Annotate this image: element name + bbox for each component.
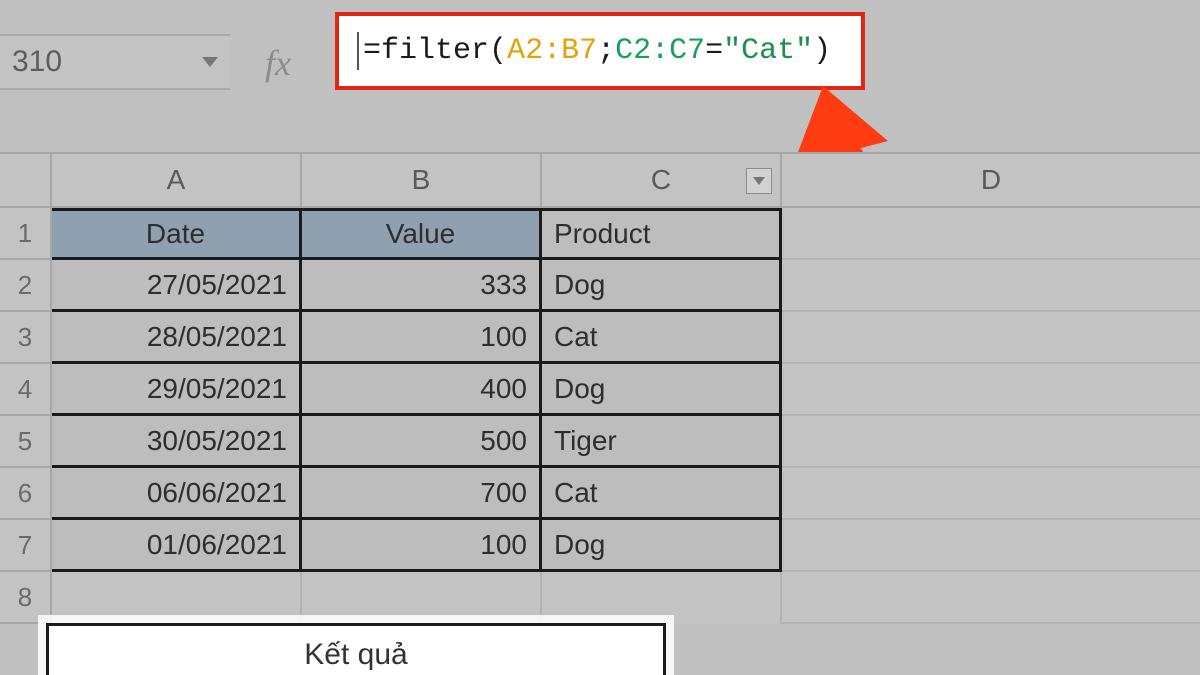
cell-B1[interactable]: Value: [302, 208, 542, 260]
text-cursor: [357, 32, 359, 70]
formula-func: filter: [381, 34, 489, 68]
table-row: 2 27/05/2021 333 Dog: [0, 260, 1200, 312]
row-number[interactable]: 4: [0, 364, 52, 416]
cell-B7[interactable]: 100: [302, 520, 542, 572]
cell-B5[interactable]: 500: [302, 416, 542, 468]
row-number[interactable]: 3: [0, 312, 52, 364]
empty-cell[interactable]: [782, 208, 1200, 260]
cell-C2[interactable]: Dog: [542, 260, 782, 312]
cell-A2[interactable]: 27/05/2021: [52, 260, 302, 312]
table-row: 4 29/05/2021 400 Dog: [0, 364, 1200, 416]
formula-close: ): [813, 34, 831, 68]
empty-cell[interactable]: [782, 260, 1200, 312]
cell-C5[interactable]: Tiger: [542, 416, 782, 468]
table-row: 1 Date Value Product: [0, 208, 1200, 260]
cell-C7[interactable]: Dog: [542, 520, 782, 572]
name-box[interactable]: 310: [0, 34, 230, 90]
cell-C3[interactable]: Cat: [542, 312, 782, 364]
column-header-C[interactable]: C: [542, 154, 782, 206]
cell-C4[interactable]: Dog: [542, 364, 782, 416]
results-header-cell[interactable]: Kết quả: [46, 623, 666, 675]
formula-ref1: A2:B7: [507, 34, 597, 68]
cell-B4[interactable]: 400: [302, 364, 542, 416]
name-box-dropdown-icon[interactable]: [202, 57, 218, 67]
row-number[interactable]: 6: [0, 468, 52, 520]
table-row: 3 28/05/2021 100 Cat: [0, 312, 1200, 364]
cell-A8[interactable]: [52, 572, 302, 624]
select-all-corner[interactable]: [0, 154, 52, 206]
row-number[interactable]: 5: [0, 416, 52, 468]
formula-bar[interactable]: =filter(A2:B7;C2:C7="Cat"): [335, 12, 865, 90]
cell-B6[interactable]: 700: [302, 468, 542, 520]
cell-C1[interactable]: Product: [542, 208, 782, 260]
formula-string: "Cat": [723, 34, 813, 68]
cell-B2[interactable]: 333: [302, 260, 542, 312]
results-label: Kết quả: [304, 638, 407, 672]
cell-A4[interactable]: 29/05/2021: [52, 364, 302, 416]
column-header-D[interactable]: D: [782, 154, 1200, 206]
table-row: 8: [0, 572, 1200, 624]
chevron-down-icon: [753, 177, 765, 185]
cell-B8[interactable]: [302, 572, 542, 624]
row-number[interactable]: 7: [0, 520, 52, 572]
empty-cell[interactable]: [782, 416, 1200, 468]
row-number[interactable]: 2: [0, 260, 52, 312]
row-number[interactable]: 1: [0, 208, 52, 260]
filter-dropdown-button[interactable]: [746, 168, 772, 194]
name-box-value: 310: [12, 45, 62, 79]
cell-C8[interactable]: [542, 572, 782, 624]
cell-A3[interactable]: 28/05/2021: [52, 312, 302, 364]
row-number[interactable]: 8: [0, 572, 52, 624]
cell-B3[interactable]: 100: [302, 312, 542, 364]
spreadsheet-grid[interactable]: A B C D 1 Date Value Product 2 27/05/202…: [0, 152, 1200, 624]
sheet-rows: 1 Date Value Product 2 27/05/2021 333 Do…: [0, 208, 1200, 624]
empty-cell[interactable]: [782, 572, 1200, 624]
table-row: 6 06/06/2021 700 Cat: [0, 468, 1200, 520]
cell-A5[interactable]: 30/05/2021: [52, 416, 302, 468]
formula-sep: ;: [597, 34, 615, 68]
empty-cell[interactable]: [782, 468, 1200, 520]
column-header-A[interactable]: A: [52, 154, 302, 206]
formula-prefix: =: [363, 34, 381, 68]
formula-eq: =: [705, 34, 723, 68]
fx-label: fx: [265, 42, 291, 84]
cell-A1[interactable]: Date: [52, 208, 302, 260]
empty-cell[interactable]: [782, 520, 1200, 572]
table-row: 5 30/05/2021 500 Tiger: [0, 416, 1200, 468]
empty-cell[interactable]: [782, 312, 1200, 364]
column-headers-row: A B C D: [0, 152, 1200, 208]
cell-C6[interactable]: Cat: [542, 468, 782, 520]
empty-cell[interactable]: [782, 364, 1200, 416]
cell-A6[interactable]: 06/06/2021: [52, 468, 302, 520]
formula-ref2: C2:C7: [615, 34, 705, 68]
cell-A7[interactable]: 01/06/2021: [52, 520, 302, 572]
table-row: 7 01/06/2021 100 Dog: [0, 520, 1200, 572]
column-header-B[interactable]: B: [302, 154, 542, 206]
formula-open: (: [489, 34, 507, 68]
